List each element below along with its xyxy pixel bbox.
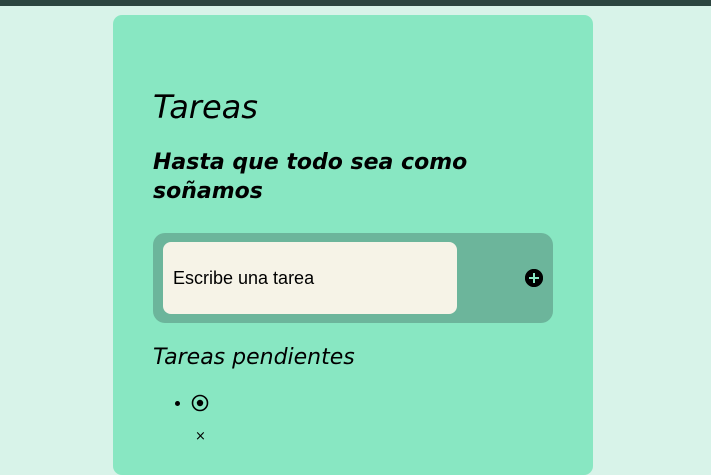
- plus-circle-icon: [525, 269, 543, 287]
- radio-circle-icon[interactable]: [191, 394, 209, 412]
- task-form: [153, 233, 553, 323]
- task-input[interactable]: [163, 242, 457, 314]
- list-bullet: [175, 401, 180, 406]
- pending-tasks-title: Tareas pendientes: [153, 345, 355, 370]
- page-subtitle: Hasta que todo sea como soñamos: [153, 150, 468, 204]
- delete-task-icon[interactable]: ×: [195, 430, 206, 444]
- todo-card: Tareas Hasta que todo sea como soñamos T…: [113, 15, 593, 475]
- top-bar: [0, 0, 711, 6]
- add-task-button[interactable]: [525, 269, 543, 287]
- page-title: Tareas: [153, 88, 258, 126]
